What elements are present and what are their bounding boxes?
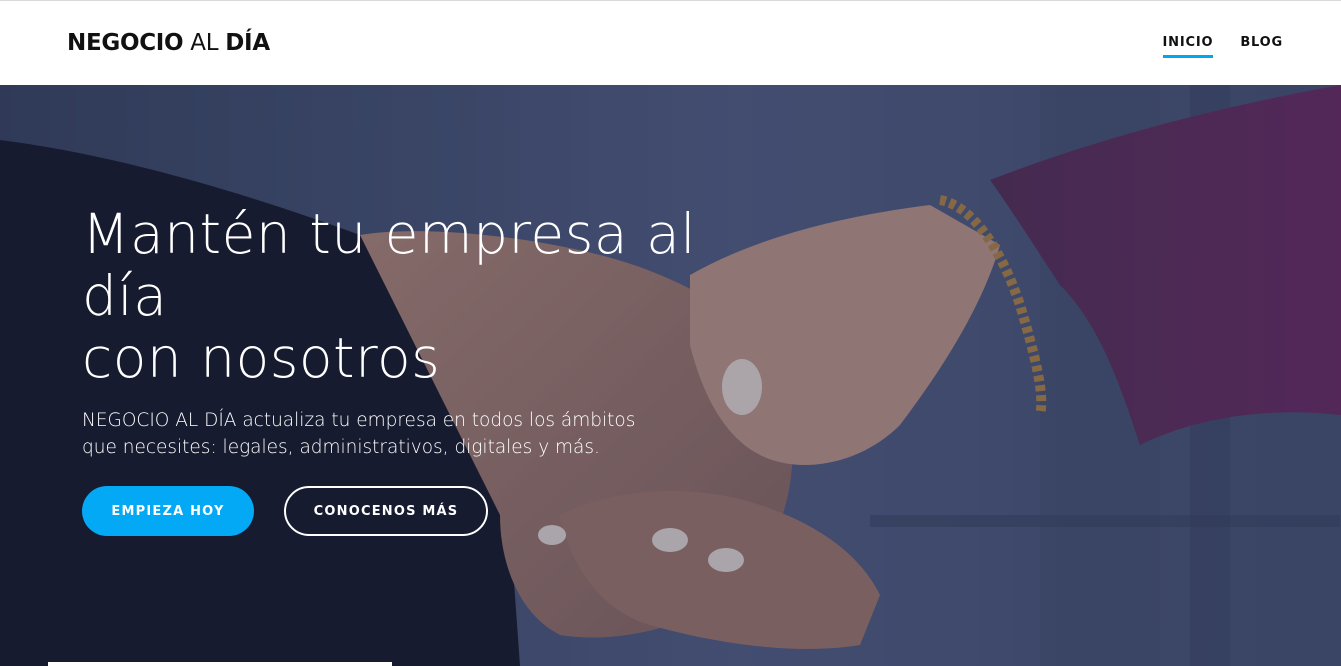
brand-part-2: AL — [190, 30, 219, 56]
nav-link-inicio[interactable]: INICIO — [1162, 35, 1214, 58]
brand-logo[interactable]: NEGOCIO AL DÍA — [67, 30, 270, 56]
site-header: NEGOCIO AL DÍA INICIO BLOG — [0, 0, 1341, 85]
hero-description: NEGOCIO AL DÍA actualiza tu empresa en t… — [82, 407, 682, 461]
hero-title-line-1: Mantén tu empresa al — [82, 202, 697, 266]
nav-link-blog[interactable]: BLOG — [1240, 35, 1283, 58]
hero-description-line-2: que necesites: legales, administrativos,… — [82, 437, 600, 458]
hero-content: Mantén tu empresa al día con nosotros NE… — [82, 203, 702, 461]
empieza-hoy-button[interactable]: EMPIEZA HOY — [82, 486, 254, 536]
hero-description-line-1: NEGOCIO AL DÍA actualiza tu empresa en t… — [82, 410, 636, 431]
brand-part-1: NEGOCIO — [67, 30, 184, 56]
brand-part-3: DÍA — [225, 30, 270, 56]
main-nav: INICIO BLOG — [1162, 35, 1283, 58]
hero-section: Mantén tu empresa al día con nosotros NE… — [0, 85, 1341, 666]
conocenos-mas-button[interactable]: CONOCENOS MÁS — [284, 486, 488, 536]
hero-buttons: EMPIEZA HOY CONOCENOS MÁS — [82, 486, 488, 536]
bottom-strip — [48, 662, 392, 666]
hero-title-line-2: día — [82, 264, 168, 328]
hero-title: Mantén tu empresa al día con nosotros — [82, 203, 702, 389]
hero-title-line-3: con nosotros — [82, 326, 441, 390]
